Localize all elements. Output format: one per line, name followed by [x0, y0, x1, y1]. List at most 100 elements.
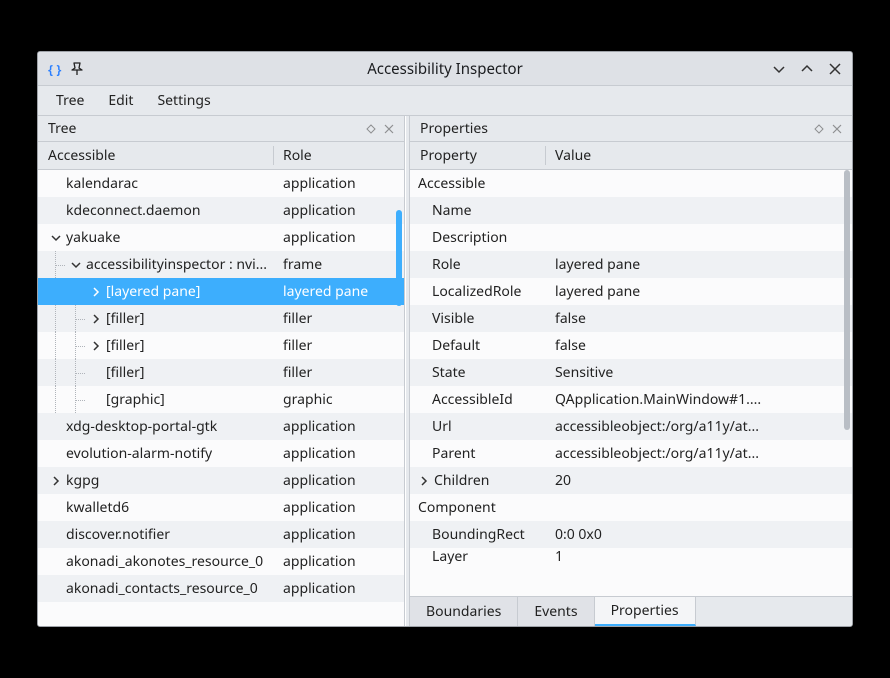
- tree-spacer: [48, 500, 64, 516]
- property-name: LocalizedRole: [432, 282, 521, 301]
- tree-row[interactable]: [graphic]graphic: [38, 386, 404, 413]
- tree-item-name: kdeconnect.daemon: [66, 201, 200, 220]
- property-row[interactable]: Visible false: [410, 305, 852, 332]
- tree-spacer: [48, 203, 64, 219]
- chevron-right-icon[interactable]: [88, 311, 104, 327]
- titlebar[interactable]: { } Accessibility Inspector: [38, 52, 852, 86]
- tree-item-name: akonadi_akonotes_resource_0: [66, 552, 263, 571]
- chevron-right-icon[interactable]: [48, 473, 64, 489]
- property-row[interactable]: Parentaccessibleobject:/org/a11y/at...: [410, 440, 852, 467]
- tree-body[interactable]: kalendaracapplicationkdeconnect.daemonap…: [38, 170, 404, 626]
- tree-item-name: akonadi_contacts_resource_0: [66, 579, 258, 598]
- tree-row[interactable]: akonadi_akonotes_resource_0application: [38, 548, 404, 575]
- property-row[interactable]: LocalizedRolelayered pane: [410, 278, 852, 305]
- col-resize-handle[interactable]: [273, 146, 274, 165]
- tree-row[interactable]: discover.notifierapplication: [38, 521, 404, 548]
- property-name: Name: [432, 201, 471, 220]
- property-row[interactable]: AccessibleIdQApplication.MainWindow#1...…: [410, 386, 852, 413]
- tab-properties[interactable]: Properties: [595, 597, 696, 626]
- property-row[interactable]: Description: [410, 224, 852, 251]
- property-row[interactable]: BoundingRect0:0 0x0: [410, 521, 852, 548]
- tree-item-role: graphic: [273, 390, 404, 409]
- property-name: Parent: [432, 444, 475, 463]
- tree-row[interactable]: yakuakeapplication: [38, 224, 404, 251]
- tree-row[interactable]: evolution-alarm-notifyapplication: [38, 440, 404, 467]
- tree-item-role: filler: [273, 309, 404, 328]
- tab-events[interactable]: Events: [518, 597, 594, 626]
- tree-row[interactable]: akonadi_contacts_resource_0application: [38, 575, 404, 602]
- property-value: 1: [545, 548, 852, 564]
- pin-icon[interactable]: [70, 62, 84, 76]
- col-accessible[interactable]: Accessible: [38, 146, 273, 165]
- scrollbar-thumb[interactable]: [396, 210, 402, 306]
- property-row[interactable]: StateSensitive: [410, 359, 852, 386]
- tree-item-name: xdg-desktop-portal-gtk: [66, 417, 217, 436]
- col-resize-handle[interactable]: [545, 146, 546, 165]
- property-value: false: [545, 309, 852, 328]
- tree-row[interactable]: kdeconnect.daemonapplication: [38, 197, 404, 224]
- property-value: layered pane: [545, 255, 852, 274]
- tree-item-name: accessibilityinspector : nvi...: [86, 255, 267, 274]
- chevron-right-icon[interactable]: [88, 338, 104, 354]
- dock-close-button[interactable]: [380, 120, 398, 138]
- dock-close-button[interactable]: [828, 120, 846, 138]
- menubar: Tree Edit Settings: [38, 86, 852, 116]
- tree-item-name: [filler]: [106, 309, 145, 328]
- col-role[interactable]: Role: [273, 146, 404, 165]
- property-row[interactable]: Layer 1: [410, 548, 852, 564]
- tree-row[interactable]: [filler] filler: [38, 305, 404, 332]
- property-group[interactable]: Component: [410, 494, 852, 521]
- tree-item-name: [filler]: [106, 336, 145, 355]
- tree-item-name: evolution-alarm-notify: [66, 444, 212, 463]
- col-value[interactable]: Value: [545, 146, 852, 165]
- property-row[interactable]: Name: [410, 197, 852, 224]
- col-property[interactable]: Property: [410, 146, 545, 165]
- property-row[interactable]: Children20: [410, 467, 852, 494]
- chevron-right-icon[interactable]: [88, 284, 104, 300]
- tree-item-role: application: [273, 228, 404, 247]
- property-group-name: Component: [418, 498, 496, 517]
- close-button[interactable]: [828, 62, 842, 76]
- chevron-right-icon[interactable]: [416, 473, 432, 489]
- tab-boundaries[interactable]: Boundaries: [410, 597, 518, 626]
- tree-row[interactable]: kgpgapplication: [38, 467, 404, 494]
- property-group[interactable]: Accessible: [410, 170, 852, 197]
- scrollbar-thumb[interactable]: [844, 170, 850, 430]
- property-value: Sensitive: [545, 363, 852, 382]
- menu-settings[interactable]: Settings: [147, 87, 220, 114]
- tree-item-name: [layered pane]: [106, 282, 200, 301]
- tree-row[interactable]: kwalletd6 application: [38, 494, 404, 521]
- property-row[interactable]: Defaultfalse: [410, 332, 852, 359]
- tree-row[interactable]: accessibilityinspector : nvi...frame: [38, 251, 404, 278]
- chevron-down-icon[interactable]: [68, 257, 84, 273]
- menu-edit[interactable]: Edit: [98, 87, 143, 114]
- tree-row[interactable]: kalendaracapplication: [38, 170, 404, 197]
- tree-spacer: [48, 446, 64, 462]
- properties-dock-title: Properties: [420, 119, 488, 138]
- tree-item-name: kwalletd6: [66, 498, 129, 517]
- minimize-button[interactable]: [772, 62, 786, 76]
- maximize-button[interactable]: [800, 62, 814, 76]
- chevron-down-icon[interactable]: [48, 230, 64, 246]
- property-name: Layer: [432, 548, 468, 564]
- tree-row[interactable]: [layered pane]layered pane: [38, 278, 404, 305]
- tree-item-role: application: [273, 498, 404, 517]
- property-row[interactable]: Rolelayered pane: [410, 251, 852, 278]
- dock-float-button[interactable]: [810, 120, 828, 138]
- dock-float-button[interactable]: [362, 120, 380, 138]
- properties-column-headers[interactable]: Property Value: [410, 142, 852, 170]
- tree-row[interactable]: [filler]filler: [38, 332, 404, 359]
- tree-row[interactable]: [filler]filler: [38, 359, 404, 386]
- property-row[interactable]: Urlaccessibleobject:/org/a11y/at...: [410, 413, 852, 440]
- tree-column-headers[interactable]: Accessible Role: [38, 142, 404, 170]
- property-value: accessibleobject:/org/a11y/at...: [545, 417, 852, 436]
- property-name: Default: [432, 336, 480, 355]
- tree-item-role: application: [273, 471, 404, 490]
- tree-row[interactable]: xdg-desktop-portal-gtkapplication: [38, 413, 404, 440]
- properties-body[interactable]: Accessible Name DescriptionRolelayered pan…: [410, 170, 852, 596]
- menu-tree[interactable]: Tree: [46, 87, 94, 114]
- property-name: Visible: [432, 309, 474, 328]
- tree-spacer: [48, 419, 64, 435]
- tree-spacer: [48, 554, 64, 570]
- tree-spacer: [48, 527, 64, 543]
